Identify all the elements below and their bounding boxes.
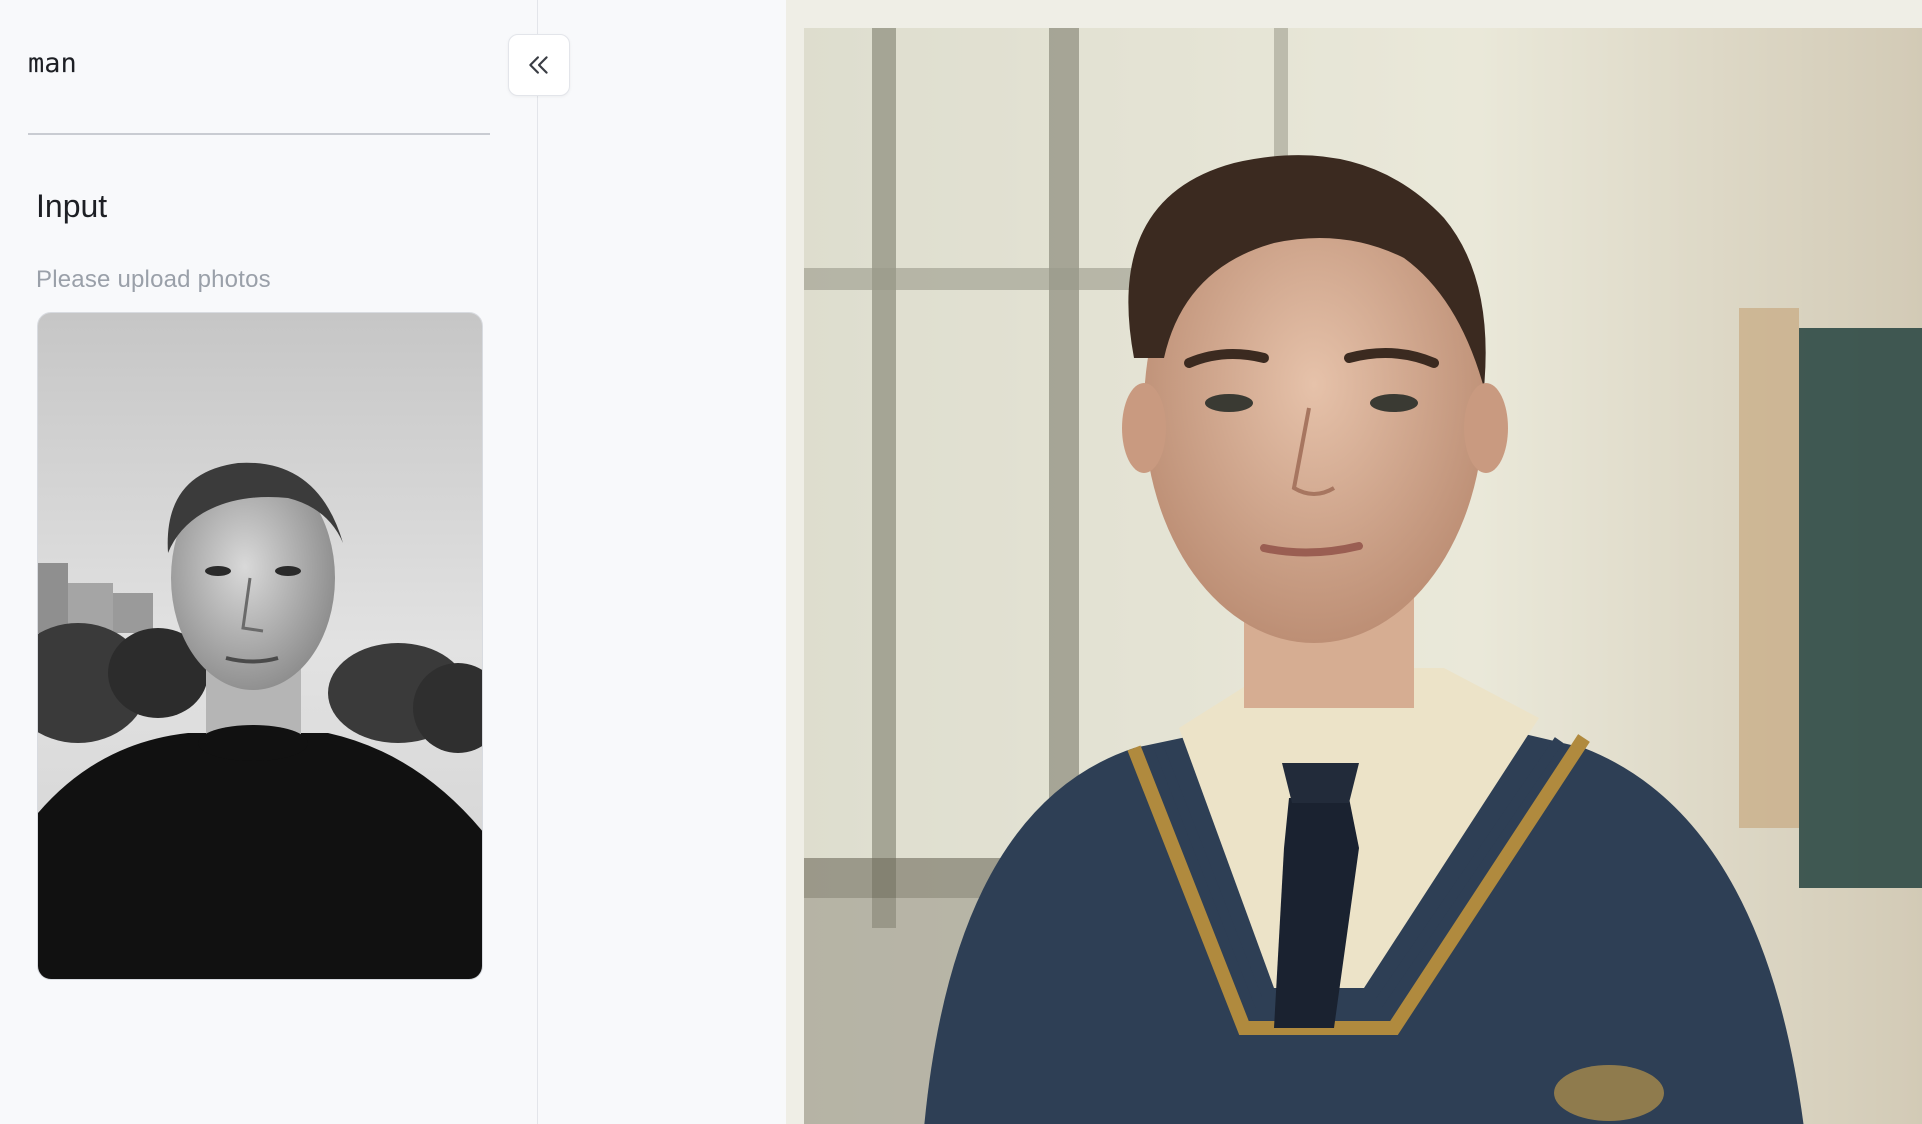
prompt-input[interactable]: man bbox=[28, 48, 77, 79]
content-gutter bbox=[539, 0, 786, 1124]
generated-output-photo[interactable] bbox=[804, 28, 1922, 1124]
collapse-sidebar-button[interactable] bbox=[508, 34, 570, 96]
app-window: man Input Please upload photos bbox=[0, 0, 1922, 1124]
sidebar-panel: man Input Please upload photos bbox=[0, 0, 538, 1124]
uploaded-input-photo[interactable] bbox=[37, 312, 483, 980]
upload-hint-text: Please upload photos bbox=[36, 266, 271, 293]
double-chevron-left-icon bbox=[529, 56, 548, 74]
output-image-panel bbox=[786, 0, 1922, 1124]
input-photo-image bbox=[38, 313, 482, 979]
output-photo-image bbox=[804, 28, 1922, 1124]
input-section-title: Input bbox=[36, 188, 108, 224]
prompt-input-underline bbox=[28, 133, 490, 135]
